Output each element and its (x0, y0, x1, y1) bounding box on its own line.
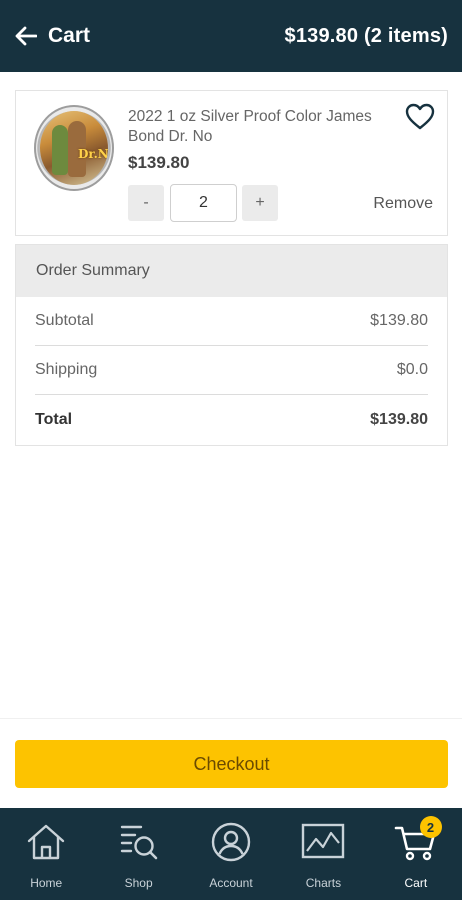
nav-item-shop[interactable]: Shop (92, 808, 184, 900)
quantity-decrease-button[interactable]: - (128, 185, 164, 221)
quantity-increase-button[interactable]: + (242, 185, 278, 221)
checkout-bar: Checkout (0, 718, 462, 808)
checkout-button[interactable]: Checkout (15, 740, 448, 788)
nav-label-charts: Charts (305, 876, 342, 890)
chart-icon (301, 820, 345, 864)
remove-item-button[interactable]: Remove (373, 195, 433, 213)
nav-label-shop: Shop (124, 876, 153, 890)
nav-label-cart: Cart (404, 876, 428, 890)
nav-label-account: Account (209, 876, 253, 890)
cart-screen: Cart $139.80 (2 items) Dr.No 2022 1 oz S… (0, 0, 462, 900)
subtotal-row: Subtotal $139.80 (35, 297, 428, 346)
heart-icon (405, 103, 435, 130)
bottom-navigation: Home Shop Account Charts 2 Cart (0, 808, 462, 900)
nav-item-home[interactable]: Home (0, 808, 92, 900)
order-summary-title: Order Summary (16, 245, 447, 297)
cart-item: Dr.No 2022 1 oz Silver Proof Color James… (15, 90, 448, 236)
subtotal-value: $139.80 (370, 312, 428, 329)
coin-image-text: Dr.No (78, 147, 108, 161)
shop-search-icon (117, 820, 161, 864)
product-image[interactable]: Dr.No (34, 105, 114, 191)
page-title: Cart (48, 24, 91, 47)
arrow-left-icon (15, 26, 37, 46)
cart-total-summary: $139.80 (2 items) (284, 24, 448, 47)
top-app-bar: Cart $139.80 (2 items) (0, 0, 462, 72)
account-icon (209, 820, 253, 864)
product-price: $139.80 (128, 153, 190, 172)
shipping-label: Shipping (35, 361, 98, 378)
wishlist-button[interactable] (405, 103, 435, 131)
total-row: Total $139.80 (35, 395, 428, 444)
cart-count-badge: 2 (419, 816, 442, 838)
nav-label-home: Home (30, 876, 63, 890)
total-label: Total (35, 410, 73, 428)
total-value: $139.80 (370, 410, 428, 428)
quantity-input[interactable] (170, 184, 237, 222)
nav-item-cart[interactable]: 2 Cart (370, 808, 462, 900)
home-icon (24, 820, 68, 864)
shipping-value: $0.0 (396, 361, 428, 378)
shipping-row: Shipping $0.0 (35, 346, 428, 395)
subtotal-label: Subtotal (35, 312, 94, 329)
nav-item-charts[interactable]: Charts (277, 808, 369, 900)
product-title[interactable]: 2022 1 oz Silver Proof Color James Bond … (128, 107, 398, 147)
nav-item-account[interactable]: Account (185, 808, 277, 900)
back-button[interactable] (12, 22, 40, 50)
order-summary: Order Summary Subtotal $139.80 Shipping … (15, 244, 448, 446)
